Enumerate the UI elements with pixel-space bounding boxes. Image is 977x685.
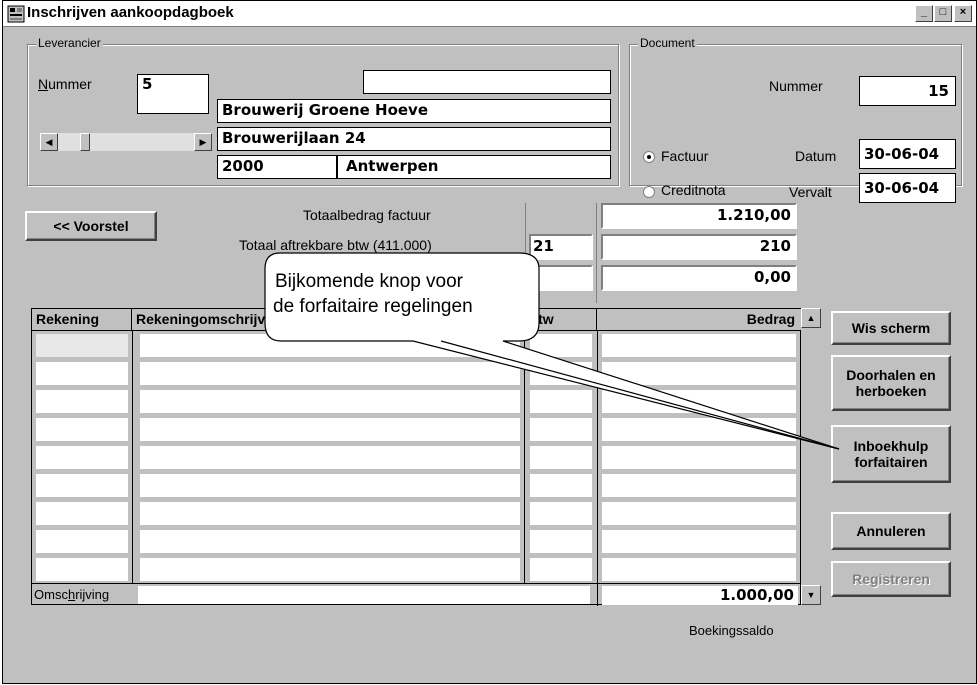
callout-balloon xyxy=(264,252,840,450)
callout-line2: de forfaitaire regelingen xyxy=(273,296,473,317)
callout-line1: Bijkomende knop voor xyxy=(275,271,463,292)
main-window: Inschrijven aankoopdagboek _ □ × Leveran… xyxy=(2,0,977,684)
